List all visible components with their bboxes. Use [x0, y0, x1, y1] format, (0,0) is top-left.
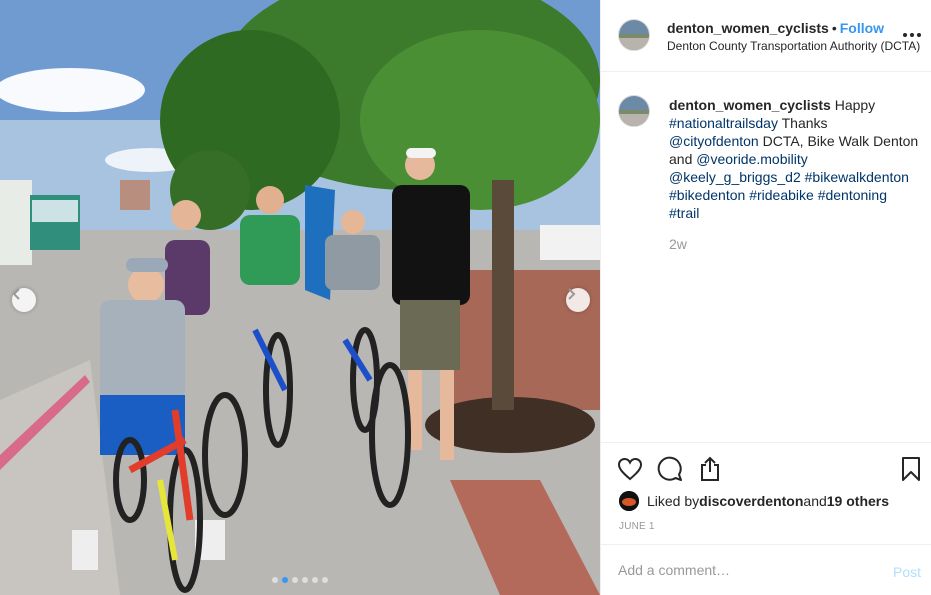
more-options-button[interactable]	[903, 26, 921, 44]
post-header: denton_women_cyclists • Follow Denton Coun…	[601, 0, 931, 72]
hashtag-link[interactable]: #rideabike	[749, 187, 814, 203]
carousel-dot	[282, 577, 288, 583]
avatar-image	[619, 96, 649, 126]
comment-button[interactable]	[657, 456, 683, 482]
carousel-dot	[272, 577, 278, 583]
carousel-next-button[interactable]	[566, 288, 590, 312]
author-username[interactable]: denton_women_cyclists	[667, 20, 829, 36]
header-user-line: denton_women_cyclists • Follow	[667, 20, 884, 36]
action-bar	[601, 443, 931, 493]
author-avatar[interactable]	[618, 19, 650, 51]
hashtag-link[interactable]: #nationaltrailsday	[669, 115, 778, 131]
save-button[interactable]	[898, 456, 924, 482]
separator-dot: •	[831, 20, 837, 36]
likes-summary: Liked by discoverdenton and 19 others	[619, 491, 889, 511]
likes-middle: and	[803, 493, 827, 509]
heart-icon	[617, 457, 643, 481]
likes-prefix: Liked by	[647, 493, 700, 509]
chevron-right-icon	[568, 288, 576, 300]
hashtag-link[interactable]: #trail	[669, 205, 699, 221]
liker-username[interactable]: discoverdenton	[699, 493, 803, 509]
share-button[interactable]	[697, 456, 723, 482]
post-date[interactable]: JUNE 1	[619, 521, 655, 532]
mention-link[interactable]: @veoride.mobility	[696, 151, 807, 167]
carousel-indicator	[272, 577, 328, 583]
add-comment-section: Post	[601, 544, 931, 595]
carousel-dot	[292, 577, 298, 583]
carousel-dot	[302, 577, 308, 583]
location-link[interactable]: Denton County Transportation Authority (…	[667, 39, 925, 53]
instagram-post-modal: denton_women_cyclists • Follow Denton Coun…	[0, 0, 931, 595]
caption-username[interactable]: denton_women_cyclists	[669, 97, 831, 113]
more-horizontal-icon	[903, 33, 921, 37]
follow-button[interactable]: Follow	[840, 20, 884, 36]
mention-link[interactable]: @cityofdenton	[669, 133, 759, 149]
likes-others-link[interactable]: 19 others	[827, 493, 889, 509]
carousel-dot	[322, 577, 328, 583]
caption-text: Thanks	[777, 115, 828, 131]
avatar-image	[619, 20, 649, 50]
like-button[interactable]	[617, 456, 643, 482]
post-comment-button[interactable]: Post	[893, 564, 921, 580]
comments-section: denton_women_cyclists Happy #nationaltra…	[601, 72, 931, 443]
hashtag-link[interactable]: #dentoning	[818, 187, 887, 203]
caption-timestamp[interactable]: 2w	[669, 236, 687, 252]
carousel-dot	[312, 577, 318, 583]
hashtag-link[interactable]: #bikewalkdenton	[805, 169, 909, 185]
chevron-left-icon	[12, 288, 20, 300]
hashtag-link[interactable]: #bikedenton	[669, 187, 745, 203]
comment-input[interactable]	[618, 562, 868, 578]
bookmark-icon	[902, 457, 920, 481]
avatar-image	[619, 491, 639, 511]
post-caption: denton_women_cyclists Happy #nationaltra…	[669, 96, 919, 222]
liker-avatar[interactable]	[619, 491, 639, 511]
comment-icon	[657, 456, 682, 481]
mention-link[interactable]: @keely_g_briggs_d2	[669, 169, 801, 185]
post-sidebar: denton_women_cyclists • Follow Denton Coun…	[600, 0, 931, 595]
photo-illustration	[0, 0, 600, 595]
caption-text: Happy	[830, 97, 876, 113]
carousel-prev-button[interactable]	[12, 288, 36, 312]
caption-author-avatar[interactable]	[618, 95, 650, 127]
share-icon	[701, 456, 719, 481]
post-photo	[0, 0, 600, 595]
